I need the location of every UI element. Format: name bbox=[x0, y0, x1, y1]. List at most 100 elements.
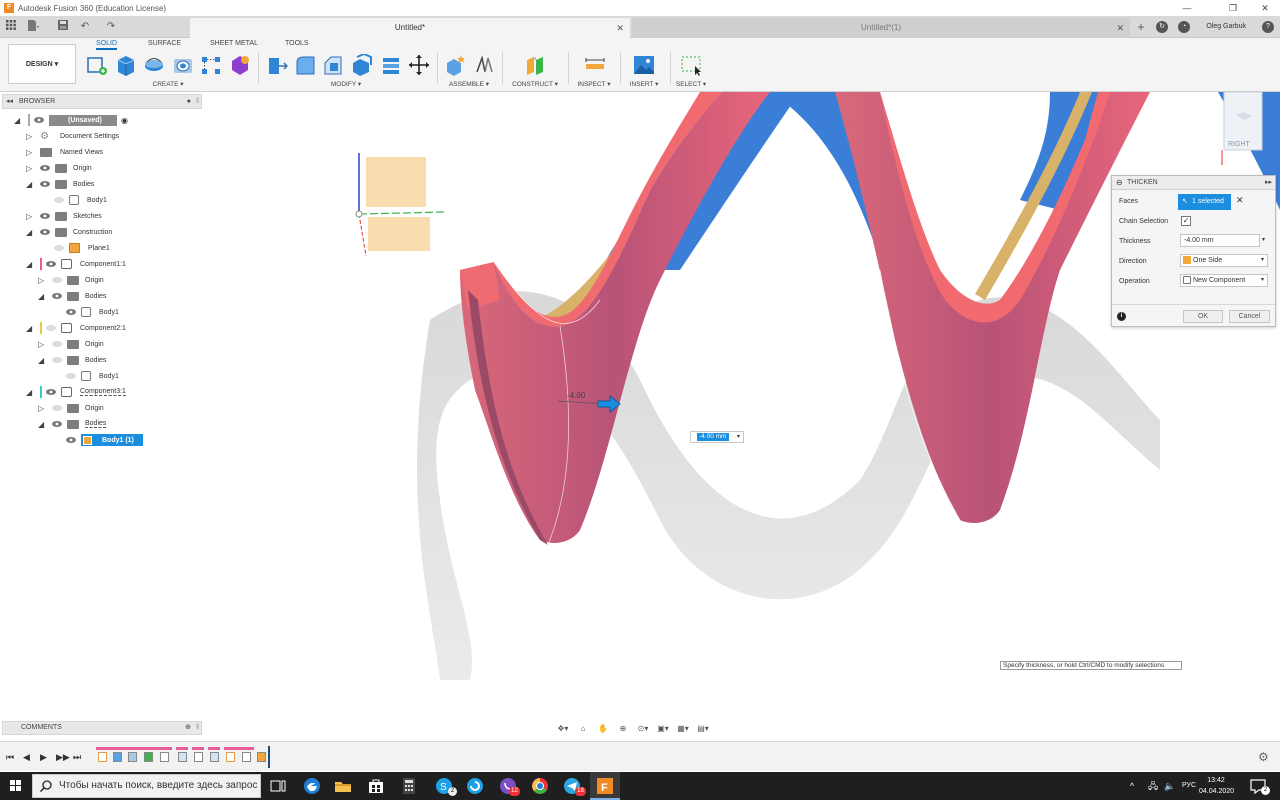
cancel-button[interactable]: Cancel bbox=[1229, 310, 1270, 323]
timeline-feature[interactable] bbox=[242, 752, 251, 762]
expand-triangle-icon[interactable]: ▷ bbox=[38, 404, 45, 413]
expand-triangle-icon[interactable]: ▷ bbox=[26, 148, 33, 157]
expand-triangle-icon[interactable]: ◢ bbox=[26, 388, 33, 397]
system-clock[interactable]: 13:42 04.04.2020 bbox=[1199, 775, 1234, 797]
expand-triangle-icon[interactable]: ▷ bbox=[38, 276, 45, 285]
look-at-icon[interactable]: ⌂ bbox=[575, 723, 591, 735]
taskbar-search-box[interactable]: Чтобы начать поиск, введите здесь запрос bbox=[32, 774, 261, 798]
inspect-menu[interactable]: INSPECT ▾ bbox=[574, 80, 614, 88]
zoom-icon[interactable]: ⊕ bbox=[615, 723, 631, 735]
direction-select[interactable]: One Side ▾ bbox=[1180, 254, 1268, 267]
tab-surface[interactable]: SURFACE bbox=[148, 40, 181, 47]
visibility-eye-icon[interactable] bbox=[66, 436, 76, 444]
extrude-icon[interactable] bbox=[114, 54, 136, 76]
volume-icon[interactable]: 🔈 bbox=[1164, 772, 1175, 800]
create-sketch-icon[interactable] bbox=[86, 54, 108, 76]
timeline-marker[interactable] bbox=[268, 746, 270, 768]
tree-component2-body1[interactable]: Body1 bbox=[66, 369, 119, 383]
expand-triangle-icon[interactable]: ◢ bbox=[26, 180, 33, 189]
thickness-dropdown-icon[interactable]: ▾ bbox=[1262, 234, 1265, 247]
chamfer-icon[interactable] bbox=[322, 54, 344, 76]
viewports-icon[interactable]: ▤▾ bbox=[695, 723, 711, 735]
tree-sketches[interactable]: ▷ Sketches bbox=[26, 209, 102, 223]
timeline-plane-feature[interactable] bbox=[144, 752, 153, 762]
minimize-button[interactable]: — bbox=[1174, 0, 1200, 16]
close-tab-button[interactable]: ✕ bbox=[1116, 18, 1124, 38]
visibility-eye-icon[interactable] bbox=[40, 164, 50, 172]
visibility-eye-icon[interactable] bbox=[52, 420, 62, 428]
timeline-play-button[interactable]: ▶ bbox=[40, 752, 47, 763]
network-icon[interactable]: 🖧 bbox=[1148, 772, 1158, 800]
red-thickened-trough-left[interactable] bbox=[460, 92, 770, 543]
pan-icon[interactable]: ✋ bbox=[595, 723, 611, 735]
grid-settings-icon[interactable]: ▦▾ bbox=[675, 723, 691, 735]
visibility-eye-icon[interactable] bbox=[52, 292, 62, 300]
visibility-eye-icon[interactable] bbox=[66, 308, 76, 316]
calculator-icon[interactable] bbox=[399, 776, 419, 796]
dialog-minus-icon[interactable]: ⊖ bbox=[1116, 176, 1123, 190]
operation-select[interactable]: New Component ▾ bbox=[1180, 274, 1268, 287]
tree-root[interactable]: ◢ (Unsaved) ◉ bbox=[14, 113, 128, 127]
timeline-feature[interactable] bbox=[160, 752, 169, 762]
visibility-eye-icon[interactable] bbox=[52, 276, 62, 284]
timeline-next-button[interactable]: ▶▶ bbox=[56, 752, 70, 763]
clear-selection-button[interactable]: ✕ bbox=[1236, 195, 1244, 206]
input-language[interactable]: РУС bbox=[1182, 772, 1196, 800]
restore-button[interactable]: ❐ bbox=[1220, 0, 1246, 16]
visibility-eye-icon[interactable] bbox=[46, 260, 56, 268]
expand-triangle-icon[interactable]: ▷ bbox=[26, 212, 33, 221]
tree-origin[interactable]: ▷ Origin bbox=[26, 161, 92, 175]
new-tab-button[interactable]: + bbox=[1134, 20, 1148, 34]
orbit-icon[interactable]: ✥▾ bbox=[555, 723, 571, 735]
task-view-icon[interactable] bbox=[268, 776, 288, 796]
comments-drag-handle[interactable]: ‖ bbox=[196, 722, 199, 734]
combine-icon[interactable] bbox=[380, 54, 402, 76]
tree-bodies[interactable]: ◢ Bodies bbox=[26, 177, 94, 191]
timeline-feature[interactable] bbox=[178, 752, 187, 762]
close-tab-button[interactable]: ✕ bbox=[616, 18, 624, 38]
visibility-eye-icon[interactable] bbox=[46, 324, 56, 332]
visibility-eye-icon[interactable] bbox=[52, 340, 62, 348]
visibility-eye-icon[interactable] bbox=[40, 228, 50, 236]
comments-add-icon[interactable]: ⊕ bbox=[185, 722, 191, 734]
selected-body-highlight[interactable]: Body1 (1) bbox=[81, 434, 143, 446]
faces-selection-button[interactable]: ↖ 1 selected bbox=[1178, 194, 1231, 210]
tree-component1-origin[interactable]: ▷ Origin bbox=[38, 273, 104, 287]
browser-drag-handle[interactable]: ‖ bbox=[196, 95, 199, 108]
insert-menu[interactable]: INSERT ▾ bbox=[626, 80, 662, 88]
expand-triangle-icon[interactable]: ◢ bbox=[26, 228, 33, 237]
redo-icon[interactable]: ↷ bbox=[104, 20, 118, 34]
tree-component2-bodies[interactable]: ◢ Bodies bbox=[38, 353, 106, 367]
browser-options-icon[interactable]: ● bbox=[187, 95, 191, 108]
fit-icon[interactable]: ⊙▾ bbox=[635, 723, 651, 735]
app-grid-icon[interactable] bbox=[4, 20, 18, 34]
tree-component2[interactable]: ◢ Component2:1 bbox=[26, 321, 126, 335]
tree-construction[interactable]: ◢ Construction bbox=[26, 225, 112, 239]
visibility-eye-icon[interactable] bbox=[52, 404, 62, 412]
select-window-icon[interactable] bbox=[681, 54, 703, 76]
tree-component3-origin[interactable]: ▷ Origin bbox=[38, 401, 104, 415]
expand-triangle-icon[interactable]: ◢ bbox=[26, 260, 33, 269]
timeline-thicken-feature[interactable] bbox=[257, 752, 266, 762]
expand-triangle-icon[interactable]: ◢ bbox=[14, 116, 21, 125]
visibility-eye-icon[interactable] bbox=[46, 388, 56, 396]
tree-component3-bodies[interactable]: ◢ Bodies bbox=[38, 417, 107, 431]
tree-named-views[interactable]: ▷ Named Views bbox=[26, 145, 103, 159]
info-icon[interactable]: i bbox=[1117, 312, 1126, 321]
thickness-input[interactable]: -4.00 mm bbox=[1180, 234, 1260, 247]
offset-plane-icon[interactable] bbox=[524, 54, 546, 76]
assemble-menu[interactable]: ASSEMBLE ▾ bbox=[444, 80, 494, 88]
tab-untitled-1[interactable]: Untitled*(1) ✕ bbox=[632, 18, 1130, 38]
workspace-switcher-button[interactable]: DESIGN ▾ bbox=[8, 44, 76, 84]
notifications-icon[interactable]: ◔ bbox=[1178, 21, 1190, 33]
timeline-settings-gear-icon[interactable]: ⚙ bbox=[1258, 750, 1269, 764]
store-icon[interactable] bbox=[366, 776, 386, 796]
job-status-icon[interactable]: ↻ bbox=[1156, 21, 1168, 33]
expand-triangle-icon[interactable]: ◢ bbox=[38, 420, 45, 429]
visibility-eye-icon[interactable] bbox=[54, 244, 64, 252]
expand-triangle-icon[interactable]: ◢ bbox=[26, 324, 33, 333]
form-icon[interactable] bbox=[229, 54, 251, 76]
tree-component3-body1-selected[interactable]: Body1 (1) bbox=[66, 433, 143, 447]
pattern-icon[interactable] bbox=[200, 54, 222, 76]
activate-radio-icon[interactable]: ◉ bbox=[121, 116, 128, 125]
